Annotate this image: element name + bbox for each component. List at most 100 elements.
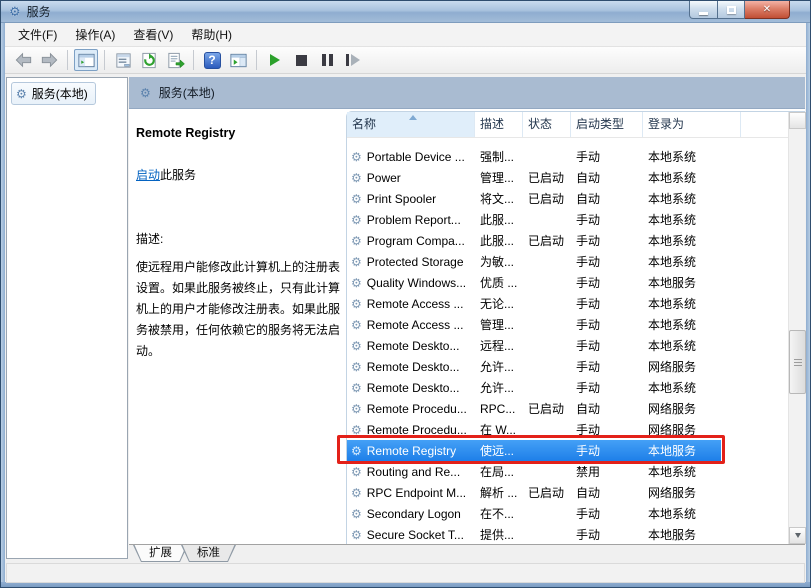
table-row[interactable]: ⚙Remote Access ...无论...手动本地系统 [347, 293, 788, 314]
cell-logon-as: 本地服务 [643, 526, 721, 543]
cell-service-name: ⚙Remote Procedu... [347, 402, 475, 416]
cell-status: 已启动 [523, 400, 571, 417]
table-row[interactable]: ⚙Remote Deskto...允许...手动本地系统 [347, 377, 788, 398]
pause-service-button[interactable] [315, 49, 339, 71]
back-arrow-icon [13, 51, 34, 69]
close-icon: ✕ [763, 4, 771, 15]
column-header-startup-type[interactable]: 启动类型 [571, 112, 643, 137]
service-gear-icon: ⚙ [351, 151, 362, 163]
help-button[interactable]: ? [200, 49, 224, 71]
services-app-icon: ⚙ [9, 5, 21, 18]
column-header-description[interactable]: 描述 [475, 112, 523, 137]
title-bar[interactable]: ⚙ 服务 ✕ [1, 1, 810, 23]
start-service-button[interactable] [263, 49, 287, 71]
export-list-button[interactable] [163, 49, 187, 71]
cell-description: 提供... [475, 526, 523, 543]
column-header-logon-as[interactable]: 登录为 [643, 112, 741, 137]
cell-startup-type: 手动 [571, 274, 643, 291]
cell-startup-type: 手动 [571, 211, 643, 228]
stop-service-button[interactable] [289, 49, 313, 71]
show-action-pane-button[interactable] [226, 49, 250, 71]
cell-logon-as: 网络服务 [643, 358, 721, 375]
close-button[interactable]: ✕ [745, 1, 790, 19]
table-row[interactable]: ⚙Protected Storage为敏...手动本地系统 [347, 251, 788, 272]
table-row[interactable]: ⚙Problem Report...此服...手动本地系统 [347, 209, 788, 230]
maximize-button[interactable] [718, 1, 745, 19]
table-row[interactable]: ⚙Routing and Re...在局...禁用本地系统 [347, 461, 788, 482]
scrollbar-down-button[interactable] [789, 527, 806, 544]
scrollbar-thumb[interactable] [789, 330, 806, 394]
start-service-link[interactable]: 启动 [136, 168, 160, 182]
refresh-button[interactable] [137, 49, 161, 71]
cell-description: 允许... [475, 379, 523, 396]
cell-logon-as: 本地系统 [643, 337, 721, 354]
table-row[interactable]: ⚙Secure Socket T...提供...手动本地服务 [347, 524, 788, 544]
services-gear-icon: ⚙ [140, 87, 151, 99]
cell-description: 在局... [475, 463, 523, 480]
cell-logon-as: 本地系统 [643, 211, 721, 228]
table-row[interactable]: ⚙RPC Endpoint M...解析 ...已启动自动网络服务 [347, 482, 788, 503]
cell-startup-type: 手动 [571, 358, 643, 375]
menu-file[interactable]: 文件(F) [9, 23, 66, 46]
properties-button[interactable] [111, 49, 135, 71]
cell-logon-as: 本地服务 [643, 274, 721, 291]
column-header-status[interactable]: 状态 [523, 112, 571, 137]
back-button[interactable] [11, 49, 35, 71]
table-row[interactable]: ⚙Remote Deskto...允许...手动网络服务 [347, 356, 788, 377]
table-row[interactable]: ⚙Portable Device ...强制...手动本地系统 [347, 146, 788, 167]
status-bar [6, 563, 805, 583]
cell-status: 已启动 [523, 484, 571, 501]
cell-status: 已启动 [523, 232, 571, 249]
table-row[interactable]: ⚙Remote Procedu...RPC...已启动自动网络服务 [347, 398, 788, 419]
minimize-button[interactable] [689, 1, 718, 19]
cell-startup-type: 手动 [571, 295, 643, 312]
cell-status: 已启动 [523, 190, 571, 207]
cell-description: 为敏... [475, 253, 523, 270]
show-console-tree-button[interactable] [74, 49, 98, 71]
column-header-name[interactable]: 名称 [347, 112, 475, 137]
start-service-icon [270, 54, 280, 66]
cell-description: 将文... [475, 190, 523, 207]
service-gear-icon: ⚙ [351, 466, 362, 478]
forward-arrow-icon [39, 51, 60, 69]
menu-action[interactable]: 操作(A) [66, 23, 124, 46]
tree-item-services-local[interactable]: ⚙ 服务(本地) [11, 82, 96, 105]
service-gear-icon: ⚙ [351, 382, 362, 394]
tab-standard[interactable]: 标准 [181, 545, 236, 562]
cell-service-name: ⚙RPC Endpoint M... [347, 486, 475, 500]
table-row[interactable]: ⚙Print Spooler将文...已启动自动本地系统 [347, 188, 788, 209]
cell-startup-type: 手动 [571, 253, 643, 270]
table-row[interactable]: ⚙Remote Deskto...远程...手动本地系统 [347, 335, 788, 356]
show-console-tree-icon [77, 51, 96, 70]
tab-extended[interactable]: 扩展 [133, 545, 188, 562]
window-title: 服务 [27, 3, 51, 20]
menu-help[interactable]: 帮助(H) [182, 23, 241, 46]
vertical-scrollbar[interactable] [788, 112, 805, 544]
minimize-icon [699, 12, 708, 15]
scrollbar-up-button[interactable] [789, 112, 806, 129]
cell-logon-as: 本地系统 [643, 505, 721, 522]
forward-button[interactable] [37, 49, 61, 71]
help-icon: ? [204, 52, 221, 69]
cell-startup-type: 自动 [571, 400, 643, 417]
table-row[interactable]: ⚙Quality Windows...优质 ...手动本地服务 [347, 272, 788, 293]
cell-description: 解析 ... [475, 484, 523, 501]
cell-description: 强制... [475, 148, 523, 165]
restart-service-button[interactable] [341, 49, 365, 71]
service-gear-icon: ⚙ [351, 403, 362, 415]
cell-service-name: ⚙Power [347, 171, 475, 185]
service-gear-icon: ⚙ [351, 214, 362, 226]
service-rows: ⚙Portable Device ...强制...手动本地系统⚙Power管理.… [347, 138, 788, 544]
table-row[interactable]: ⚙Power管理...已启动自动本地系统 [347, 167, 788, 188]
cell-description: 管理... [475, 169, 523, 186]
table-row[interactable]: ⚙Secondary Logon在不...手动本地系统 [347, 503, 788, 524]
cell-logon-as: 本地系统 [643, 148, 721, 165]
cell-status: 已启动 [523, 169, 571, 186]
table-row[interactable]: ⚙Program Compa...此服...已启动手动本地系统 [347, 230, 788, 251]
menu-view[interactable]: 查看(V) [124, 23, 182, 46]
service-gear-icon: ⚙ [351, 529, 362, 541]
cell-description: 无论... [475, 295, 523, 312]
annotation-red-box [337, 435, 725, 464]
toolbar-separator [256, 50, 257, 70]
table-row[interactable]: ⚙Remote Access ...管理...手动本地系统 [347, 314, 788, 335]
